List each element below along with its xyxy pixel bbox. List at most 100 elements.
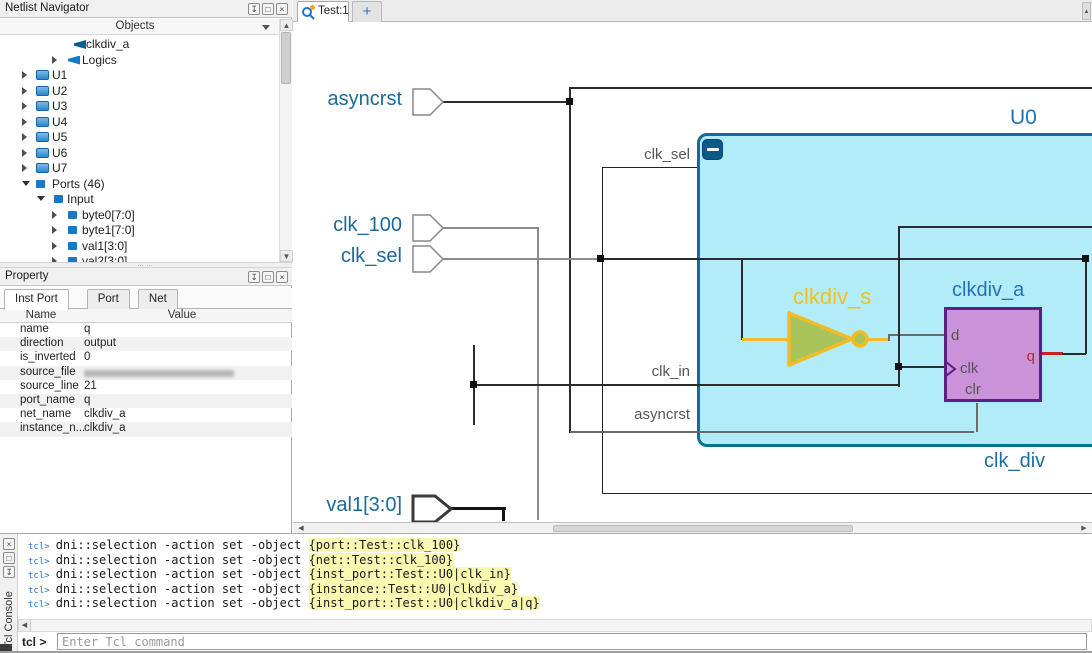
pin-label-asyncrst: asyncrst bbox=[610, 406, 690, 423]
expand-icon[interactable] bbox=[22, 164, 27, 172]
close-icon[interactable]: × bbox=[276, 3, 288, 15]
table-row[interactable]: instance_n...clkdiv_a bbox=[0, 422, 292, 436]
scroll-left-icon[interactable]: ◀ bbox=[295, 524, 307, 533]
scroll-left-icon[interactable]: ◀ bbox=[19, 620, 31, 631]
collapse-icon[interactable] bbox=[37, 196, 45, 201]
input-port-symbol-val1[interactable] bbox=[411, 494, 455, 522]
prop-tab-port[interactable]: Port bbox=[87, 289, 130, 309]
tree-item-input[interactable]: Input bbox=[0, 191, 279, 207]
float-icon[interactable]: □ bbox=[3, 552, 15, 564]
console-hscrollbar[interactable]: ◀ bbox=[18, 619, 1092, 632]
tree-item-u5[interactable]: U5 bbox=[0, 129, 279, 145]
prop-tab-net[interactable]: Net bbox=[138, 289, 178, 309]
collapse-instance-button[interactable] bbox=[702, 139, 723, 160]
module-icon bbox=[36, 132, 49, 142]
table-row[interactable]: is_inverted0 bbox=[0, 351, 292, 365]
input-port-symbol-asyncrst[interactable] bbox=[412, 88, 445, 117]
port-label-val1[interactable]: val1[3:0] bbox=[308, 494, 402, 517]
pin-icon[interactable]: ↧ bbox=[3, 566, 15, 578]
collapse-icon[interactable] bbox=[22, 181, 30, 186]
table-row[interactable]: nameq bbox=[0, 323, 292, 337]
port-label-clk_sel[interactable]: clk_sel bbox=[318, 245, 402, 268]
tree-item-byte1-7-0-[interactable]: byte1[7:0] bbox=[0, 222, 279, 238]
tcl-prompt-label: tcl > bbox=[22, 635, 46, 649]
tree-item-u4[interactable]: U4 bbox=[0, 114, 279, 130]
tree-item-byte0-7-0-[interactable]: byte0[7:0] bbox=[0, 207, 279, 223]
expand-icon[interactable] bbox=[22, 118, 27, 126]
tree-scrollbar[interactable]: ▲ ▼ bbox=[279, 19, 292, 262]
scroll-down-icon[interactable]: ▼ bbox=[280, 250, 293, 262]
junction-dot bbox=[566, 98, 573, 105]
port-icon bbox=[68, 242, 77, 250]
scroll-right-icon[interactable]: ▶ bbox=[1078, 524, 1090, 533]
port-label-clk_100[interactable]: clk_100 bbox=[318, 214, 402, 237]
tree-item-label: val2[3:0] bbox=[82, 254, 127, 262]
tree-item-u3[interactable]: U3 bbox=[0, 98, 279, 114]
canvas-hscrollbar[interactable]: ◀ ▶ bbox=[293, 522, 1092, 533]
pin-icon[interactable]: ↧ bbox=[248, 271, 260, 283]
tree-item-u1[interactable]: U1 bbox=[0, 67, 279, 83]
pin-icon[interactable]: ↧ bbox=[248, 3, 260, 15]
wire-segment bbox=[976, 403, 978, 432]
tab-overflow-icon[interactable]: ▲ bbox=[1082, 2, 1091, 20]
close-icon[interactable]: × bbox=[3, 538, 15, 550]
tree-item-u7[interactable]: U7 bbox=[0, 160, 279, 176]
input-port-symbol-clk_sel[interactable] bbox=[412, 245, 445, 274]
table-row[interactable]: port_nameq bbox=[0, 394, 292, 408]
input-port-symbol-clk_100[interactable] bbox=[412, 214, 445, 243]
scroll-up-icon[interactable]: ▲ bbox=[280, 19, 293, 31]
table-row[interactable]: net_nameclkdiv_a bbox=[0, 408, 292, 422]
tree-item-clkdiv_a[interactable]: clkdiv_a bbox=[0, 36, 279, 52]
wire-segment bbox=[742, 338, 790, 341]
tree-item-u6[interactable]: U6 bbox=[0, 145, 279, 161]
flipflop-clkdiv_a[interactable]: d clk clr q bbox=[944, 307, 1042, 402]
table-row[interactable]: directionoutput bbox=[0, 337, 292, 351]
expand-icon[interactable] bbox=[22, 87, 27, 95]
schematic-canvas[interactable]: d clk clr q asyncrst clk_100 clk_sel val… bbox=[293, 22, 1092, 522]
objects-header[interactable]: Objects bbox=[0, 19, 292, 35]
expand-icon[interactable] bbox=[22, 102, 27, 110]
inverter-gate-clkdiv_s[interactable] bbox=[786, 308, 878, 370]
console-highlighted-object: {inst_port::Test::U0|clkdiv_a|q} bbox=[309, 596, 540, 610]
ff-pin-q: q bbox=[1027, 348, 1035, 365]
expand-icon[interactable] bbox=[22, 71, 27, 79]
property-tabs: Inst Port Port Net bbox=[0, 288, 292, 309]
tree-item-ports-46-[interactable]: Ports (46) bbox=[0, 176, 279, 192]
expand-icon[interactable] bbox=[22, 149, 27, 157]
float-icon[interactable]: □ bbox=[262, 271, 274, 283]
expand-icon[interactable] bbox=[52, 56, 57, 64]
logic-icon bbox=[68, 56, 80, 65]
property-name: source_file bbox=[20, 366, 76, 378]
column-header-name[interactable]: Name bbox=[0, 309, 82, 322]
console-highlighted-object: {instance::Test::U0|clkdiv_a} bbox=[309, 582, 519, 596]
property-window-buttons: ↧ □ × bbox=[248, 271, 288, 283]
expand-icon[interactable] bbox=[22, 133, 27, 141]
console-command-text: dni::selection -action set -object bbox=[56, 582, 309, 596]
tree-item-logics[interactable]: Logics bbox=[0, 52, 279, 68]
wire-segment bbox=[502, 507, 505, 521]
expand-icon[interactable] bbox=[52, 226, 57, 234]
tree-item-label: U2 bbox=[52, 84, 67, 98]
column-header-value[interactable]: Value bbox=[82, 309, 282, 322]
table-row[interactable]: source_line21 bbox=[0, 380, 292, 394]
close-icon[interactable]: × bbox=[276, 271, 288, 283]
port-label-asyncrst[interactable]: asyncrst bbox=[318, 88, 402, 111]
chevron-down-icon[interactable] bbox=[262, 25, 270, 30]
tree-item-u2[interactable]: U2 bbox=[0, 83, 279, 99]
expand-icon[interactable] bbox=[52, 211, 57, 219]
add-tab-button[interactable]: + bbox=[352, 1, 382, 22]
scrollbar-thumb[interactable] bbox=[553, 525, 853, 532]
clock-triangle-icon bbox=[945, 361, 957, 378]
table-row[interactable]: source_file bbox=[0, 366, 292, 380]
scrollbar-thumb[interactable] bbox=[281, 32, 291, 84]
tcl-command-input[interactable] bbox=[57, 633, 1087, 650]
property-name: source_line bbox=[20, 380, 79, 392]
prop-tab-inst-port[interactable]: Inst Port bbox=[4, 289, 69, 310]
objects-header-label: Objects bbox=[0, 19, 270, 34]
expand-icon[interactable] bbox=[52, 242, 57, 250]
float-icon[interactable]: □ bbox=[262, 3, 274, 15]
tab-test1[interactable]: Test:1 bbox=[297, 1, 349, 22]
wire-segment bbox=[741, 258, 743, 340]
tree-item-val1-3-0-[interactable]: val1[3:0] bbox=[0, 238, 279, 254]
module-icon bbox=[36, 101, 49, 111]
